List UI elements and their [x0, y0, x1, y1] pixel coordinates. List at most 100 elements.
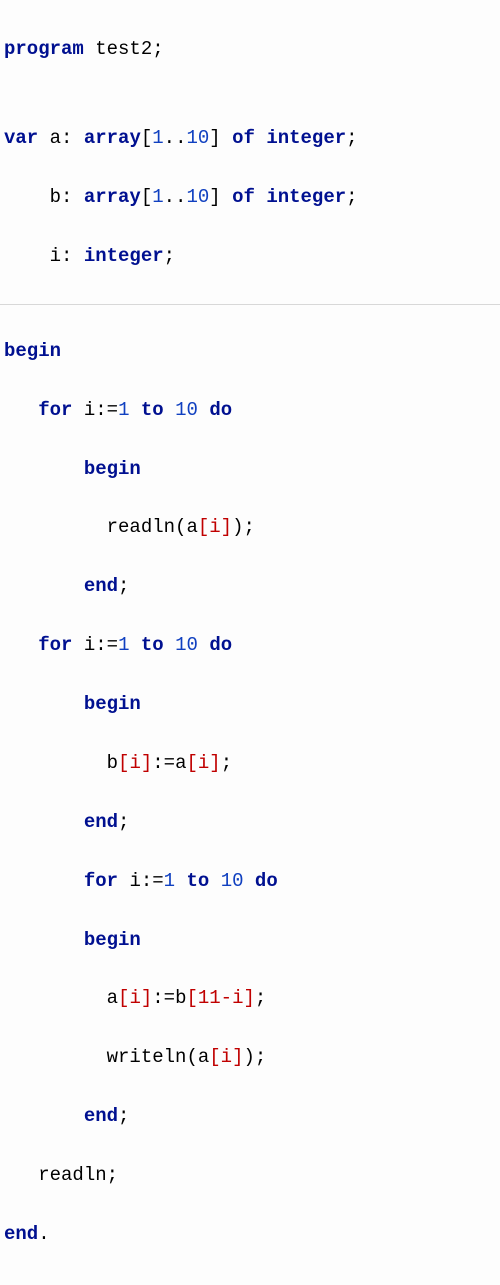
code-block: program test2; var a: array[1..10] of in… [4, 6, 496, 300]
code-line: a[i]:=b[11-i]; [4, 984, 496, 1013]
space [175, 870, 186, 892]
function: readln [107, 516, 175, 538]
space [164, 399, 175, 421]
punct: ; [346, 127, 357, 149]
bracket: [ [209, 1046, 220, 1068]
number: 1 [118, 399, 129, 421]
space [38, 127, 49, 149]
expr: 11-i [198, 987, 244, 1009]
keyword: for [84, 870, 118, 892]
code-line: readln(a[i]); [4, 513, 496, 542]
punct: ; [346, 186, 357, 208]
space [4, 929, 84, 951]
keyword: to [141, 634, 164, 656]
punct: := [152, 987, 175, 1009]
function: writeln [107, 1046, 187, 1068]
number: 1 [164, 870, 175, 892]
space [4, 870, 84, 892]
identifier: a [175, 752, 186, 774]
keyword: of [232, 127, 255, 149]
space [4, 634, 38, 656]
keyword: var [4, 127, 38, 149]
identifier: a [107, 987, 118, 1009]
punct: := [95, 634, 118, 656]
bracket: ] [141, 987, 152, 1009]
punct: ; [255, 1046, 266, 1068]
punct: ; [118, 575, 129, 597]
space [255, 127, 266, 149]
punct: . [38, 1223, 49, 1245]
space [4, 1164, 38, 1186]
space [244, 870, 255, 892]
keyword: array [84, 186, 141, 208]
identifier: i [84, 399, 95, 421]
punct: := [141, 870, 164, 892]
bracket: [ [198, 516, 209, 538]
keyword: integer [266, 127, 346, 149]
keyword: to [186, 870, 209, 892]
space [4, 752, 107, 774]
code-line: begin [4, 455, 496, 484]
index: i [221, 1046, 232, 1068]
punct: ( [186, 1046, 197, 1068]
keyword: for [38, 634, 72, 656]
keyword: array [84, 127, 141, 149]
index: i [209, 516, 220, 538]
punct: : [61, 245, 84, 267]
space [72, 634, 83, 656]
code-line: end; [4, 572, 496, 601]
space [129, 399, 140, 421]
punct: ; [164, 245, 175, 267]
number: 1 [152, 186, 163, 208]
space [209, 870, 220, 892]
punct: ( [175, 516, 186, 538]
space [198, 399, 209, 421]
bracket: [ [186, 752, 197, 774]
space [72, 399, 83, 421]
index: i [129, 987, 140, 1009]
code-line: writeln(a[i]); [4, 1043, 496, 1072]
punct: ; [243, 516, 254, 538]
section-divider [0, 304, 500, 305]
punct: : [61, 127, 84, 149]
keyword: begin [84, 693, 141, 715]
number: 10 [175, 634, 198, 656]
bracket: [ [186, 987, 197, 1009]
space [4, 811, 84, 833]
keyword: integer [266, 186, 346, 208]
space [4, 575, 84, 597]
code-line: begin [4, 690, 496, 719]
keyword: begin [84, 929, 141, 951]
number: 10 [221, 870, 244, 892]
keyword: integer [84, 245, 164, 267]
keyword: begin [84, 458, 141, 480]
punct: ] [209, 127, 232, 149]
space [255, 186, 266, 208]
code-line: var a: array[1..10] of integer; [4, 124, 496, 153]
identifier: a [50, 127, 61, 149]
number: 1 [152, 127, 163, 149]
punct: [ [141, 127, 152, 149]
punct: ; [118, 1105, 129, 1127]
number: 1 [118, 634, 129, 656]
index: i [198, 752, 209, 774]
identifier: i [50, 245, 61, 267]
bracket: ] [243, 987, 254, 1009]
keyword: end [84, 575, 118, 597]
punct: [ [141, 186, 152, 208]
identifier: b [175, 987, 186, 1009]
code-line: i: integer; [4, 242, 496, 271]
punct: := [152, 752, 175, 774]
bracket: ] [221, 516, 232, 538]
punct: ] [209, 186, 232, 208]
punct: ; [255, 987, 266, 1009]
punct: : [61, 186, 84, 208]
punct: ; [118, 811, 129, 833]
code-line: for i:=1 to 10 do [4, 396, 496, 425]
number: 10 [175, 399, 198, 421]
space [164, 634, 175, 656]
bracket: ] [141, 752, 152, 774]
function: readln [38, 1164, 106, 1186]
space [129, 634, 140, 656]
punct: .. [164, 127, 187, 149]
